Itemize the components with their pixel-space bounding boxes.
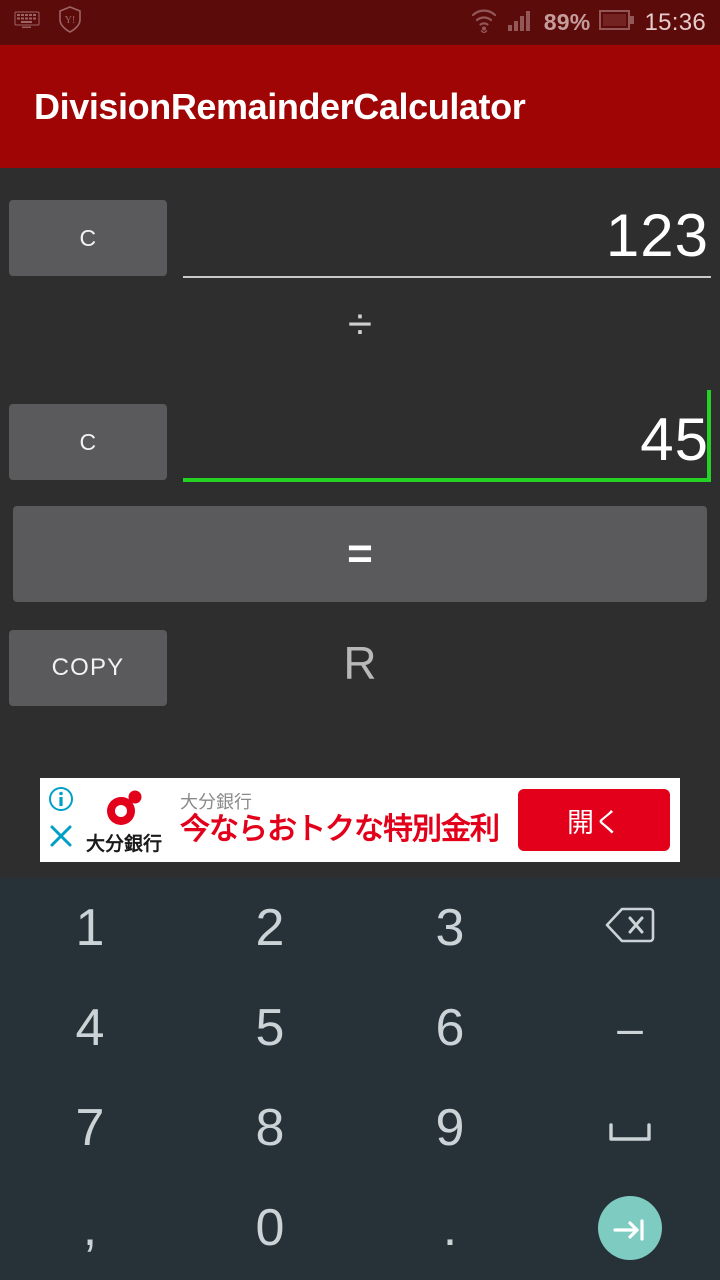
- key-4-label: 4: [75, 999, 105, 1057]
- keyboard-icon: [14, 11, 40, 34]
- dividend-value: 123: [605, 202, 709, 269]
- key-0[interactable]: 0: [180, 1178, 360, 1278]
- status-bar-left-icons: Y!: [14, 6, 82, 39]
- svg-text:Y!: Y!: [65, 15, 76, 26]
- key-0-label: 0: [255, 1199, 285, 1257]
- key-4[interactable]: 4: [0, 978, 180, 1078]
- ad-subtitle: 大分銀行: [180, 792, 252, 813]
- dividend-input[interactable]: 123: [183, 186, 711, 278]
- key-8-label: 8: [255, 1099, 285, 1157]
- next-field-key[interactable]: [540, 1178, 720, 1278]
- key-9-label: 9: [435, 1099, 465, 1157]
- keyboard-row-3: 7 8 9: [0, 1078, 720, 1178]
- ad-cta-button[interactable]: 開く: [518, 789, 670, 851]
- key-7[interactable]: 7: [0, 1078, 180, 1178]
- key-5[interactable]: 5: [180, 978, 360, 1078]
- divisor-value: 45: [640, 406, 709, 473]
- oita-bank-logo-icon: [107, 790, 142, 825]
- calculator-content: C 123 ÷ C 45 = COPY R: [0, 168, 720, 878]
- space-icon: [608, 1098, 652, 1158]
- dividend-underline: [183, 276, 711, 278]
- equals-label: =: [347, 529, 373, 578]
- keyboard-row-1: 1 2 3: [0, 878, 720, 978]
- ad-headline: 今ならおトクな特別金利: [180, 811, 500, 847]
- key-comma[interactable]: ,: [0, 1178, 180, 1278]
- phone-screen: Y! 89% 15:36 DivisionRemainderCalculator…: [0, 0, 720, 1280]
- key-minus-label: –: [617, 1002, 643, 1054]
- clear-divisor-button[interactable]: C: [9, 404, 167, 480]
- clear-divisor-label: C: [79, 428, 97, 455]
- key-7-label: 7: [75, 1099, 105, 1157]
- app-title: DivisionRemainderCalculator: [34, 85, 526, 127]
- remainder-label: R: [343, 637, 377, 689]
- key-3[interactable]: 3: [360, 878, 540, 978]
- battery-icon: [599, 9, 635, 36]
- ad-advertiser-logo: 大分銀行: [78, 778, 170, 862]
- key-1[interactable]: 1: [0, 878, 180, 978]
- status-bar-right-icons: 89% 15:36: [470, 7, 706, 38]
- ad-copy: 大分銀行 今ならおトクな特別金利: [170, 793, 518, 847]
- keyboard-row-2: 4 5 6 –: [0, 978, 720, 1078]
- key-6-label: 6: [435, 999, 465, 1057]
- ad-badges: [40, 778, 78, 862]
- key-period[interactable]: .: [360, 1178, 540, 1278]
- division-operator-symbol: ÷: [347, 300, 373, 349]
- app-bar: DivisionRemainderCalculator: [0, 45, 720, 168]
- keyboard-row-4: , 0 .: [0, 1178, 720, 1278]
- divisor-input[interactable]: 45: [183, 390, 711, 482]
- key-1-label: 1: [75, 899, 105, 957]
- next-field-icon: [611, 1198, 649, 1258]
- key-9[interactable]: 9: [360, 1078, 540, 1178]
- status-bar: Y! 89% 15:36: [0, 0, 720, 45]
- info-icon[interactable]: [47, 785, 75, 818]
- text-caret: [707, 390, 711, 482]
- divisor-row: C 45: [0, 390, 720, 495]
- ad-banner[interactable]: 大分銀行 大分銀行 今ならおトクな特別金利 開く: [40, 778, 680, 862]
- signal-icon: [507, 8, 535, 37]
- key-minus[interactable]: –: [540, 978, 720, 1078]
- shield-icon: Y!: [58, 6, 82, 39]
- backspace-key[interactable]: [540, 878, 720, 978]
- key-comma-label: ,: [82, 1199, 98, 1257]
- key-8[interactable]: 8: [180, 1078, 360, 1178]
- next-field-button[interactable]: [598, 1196, 662, 1260]
- clear-dividend-button[interactable]: C: [9, 200, 167, 276]
- numeric-keyboard: 1 2 3 4 5 6 – 7 8 9 , 0 .: [0, 878, 720, 1280]
- key-2[interactable]: 2: [180, 878, 360, 978]
- backspace-icon: [604, 898, 656, 958]
- key-period-label: .: [442, 1199, 458, 1257]
- key-6[interactable]: 6: [360, 978, 540, 1078]
- close-icon[interactable]: [47, 822, 75, 855]
- space-key[interactable]: [540, 1078, 720, 1178]
- key-2-label: 2: [255, 899, 285, 957]
- clock-label: 15:36: [644, 8, 706, 36]
- key-3-label: 3: [435, 899, 465, 957]
- key-5-label: 5: [255, 999, 285, 1057]
- wifi-icon: [470, 7, 498, 38]
- battery-percent-label: 89%: [543, 9, 591, 35]
- ad-advertiser-name: 大分銀行: [85, 833, 162, 855]
- equals-button[interactable]: =: [13, 506, 707, 602]
- clear-dividend-label: C: [79, 224, 97, 251]
- divisor-underline: [183, 478, 711, 482]
- dividend-row: C 123: [0, 186, 720, 291]
- ad-cta-label: 開く: [567, 807, 621, 839]
